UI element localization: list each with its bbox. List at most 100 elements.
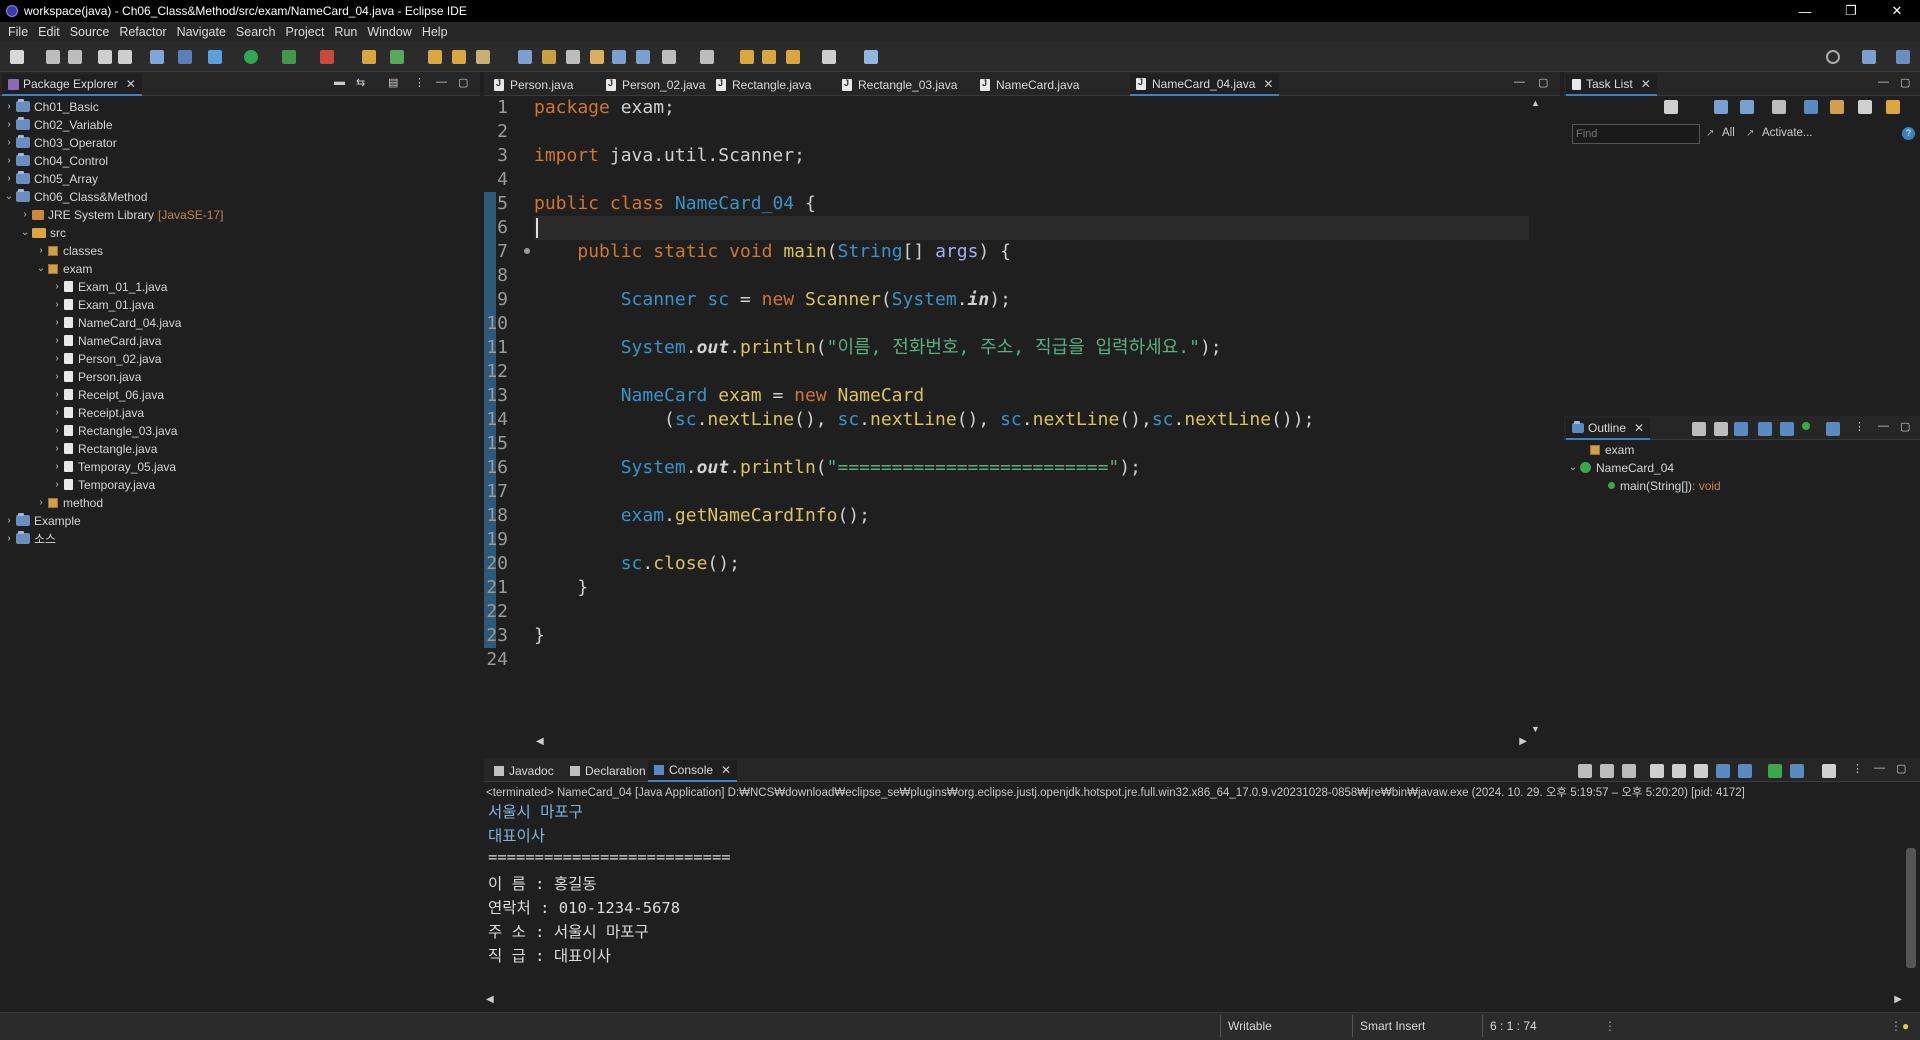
tree-item-file[interactable]: › Person_02.java	[52, 350, 161, 367]
menu-file[interactable]: File	[8, 25, 28, 39]
close-icon[interactable]: ✕	[126, 77, 136, 91]
hide-static-icon[interactable]	[1758, 422, 1772, 436]
chevron-right-icon[interactable]: ›	[52, 425, 62, 436]
paragraph-icon[interactable]	[636, 50, 650, 64]
tree-item-project[interactable]: › Ch05_Array	[4, 170, 98, 187]
view-menu-icon[interactable]: ⋮	[1854, 420, 1865, 433]
code-line[interactable]: Scanner sc = new Scanner(System.in);	[534, 288, 1011, 312]
chevron-right-icon[interactable]: ›	[52, 407, 62, 418]
menu-edit[interactable]: Edit	[38, 25, 60, 39]
sync-icon[interactable]	[1830, 100, 1844, 114]
chevron-right-icon[interactable]: ›	[4, 533, 14, 544]
save-icon[interactable]	[46, 50, 60, 64]
save-all-icon[interactable]	[68, 50, 82, 64]
editor-tab[interactable]: Rectangle_03.java	[836, 74, 963, 96]
tree-item-file[interactable]: › Temporay.java	[52, 476, 155, 493]
tree-item-file[interactable]: › Temporay_05.java	[52, 458, 176, 475]
code-editor[interactable]: 1 2 3 4 5 6 7 8 9 10 11 12 13 14 15 16 17 18 19 20 21 22 23 24 …	[484, 96, 1529, 736]
open-perspective-icon[interactable]	[1862, 50, 1876, 64]
status-insert-mode[interactable]: Smart Insert	[1360, 1019, 1425, 1033]
chevron-right-icon[interactable]: ›	[52, 443, 62, 454]
code-line[interactable]: (sc.nextLine(), sc.nextLine(), sc.nextLi…	[534, 408, 1314, 432]
filter-icon[interactable]: ▤	[388, 76, 398, 89]
code-line[interactable]: sc.close();	[534, 552, 740, 576]
tree-item-file[interactable]: › NameCard.java	[52, 332, 161, 349]
open-resource-icon[interactable]	[452, 50, 466, 64]
chevron-right-icon[interactable]: ›	[52, 479, 62, 490]
forward-icon[interactable]	[822, 50, 836, 64]
tree-item-package[interactable]: ⌄ exam	[36, 260, 93, 277]
tree-item-project[interactable]: › Ch01_Basic	[4, 98, 99, 115]
tree-item-project[interactable]: › Example	[4, 512, 81, 529]
toggle-mark-icon[interactable]	[518, 50, 532, 64]
hide-completed-icon[interactable]	[1804, 100, 1818, 114]
menu-search[interactable]: Search	[236, 25, 276, 39]
code-line[interactable]: System.out.println("====================…	[534, 456, 1141, 480]
external-tools-icon[interactable]	[320, 50, 334, 64]
console-horizontal-scrollbar[interactable]: ◀ ▶	[484, 994, 1904, 1008]
remove-all-icon[interactable]	[1622, 764, 1636, 778]
focus-icon[interactable]	[1772, 100, 1786, 114]
new-task-icon[interactable]	[1664, 100, 1678, 114]
chevron-right-icon[interactable]: ›	[52, 281, 62, 292]
console-output[interactable]: 서울시 마포구 대표이사 ========================== 이 름…	[484, 798, 1894, 992]
maximize-view-icon[interactable]: ▢	[458, 76, 468, 89]
minimize-view-icon[interactable]: —	[436, 76, 447, 88]
menu-run[interactable]: Run	[334, 25, 357, 39]
editor-tab[interactable]: NameCard_04.java ✕	[1130, 74, 1280, 96]
tree-item-file[interactable]: › Person.java	[52, 368, 141, 385]
scroll-thumb[interactable]	[1906, 848, 1916, 968]
chevron-right-icon[interactable]: ›	[52, 299, 62, 310]
link-editor-icon[interactable]: ⇆	[356, 76, 365, 89]
show-stderr-icon[interactable]	[1738, 764, 1752, 778]
bottom-tab[interactable]: Declaration	[564, 760, 652, 782]
all-filter-link[interactable]: All	[1722, 127, 1735, 139]
close-icon[interactable]: ✕	[1634, 421, 1644, 435]
chevron-right-icon[interactable]: ›	[52, 335, 62, 346]
minimize-button[interactable]: —	[1782, 0, 1828, 22]
debug-icon[interactable]	[208, 50, 222, 64]
hide-nonpublic-icon[interactable]	[1780, 422, 1794, 436]
tree-item-package[interactable]: › classes	[36, 242, 103, 259]
open-console-icon[interactable]	[1822, 764, 1836, 778]
chevron-right-icon[interactable]: ›	[4, 173, 14, 184]
minimize-view-icon[interactable]: —	[1878, 76, 1889, 88]
code-line[interactable]: public static void main(String[] args) {	[534, 240, 1011, 264]
editor-tab[interactable]: Person_02.java	[600, 74, 711, 96]
menu-refactor[interactable]: Refactor	[119, 25, 166, 39]
collapse-icon[interactable]	[1858, 100, 1872, 114]
editor-tab[interactable]: Rectangle.java	[710, 74, 817, 96]
chevron-right-icon[interactable]: ›	[4, 119, 14, 130]
chevron-right-icon[interactable]: ›	[52, 371, 62, 382]
nav-back-icon[interactable]	[786, 50, 800, 64]
hide-fields-icon[interactable]	[1734, 422, 1748, 436]
status-cursor-position[interactable]: 6 : 1 : 74	[1490, 1019, 1537, 1033]
next-annotation-icon[interactable]	[662, 50, 676, 64]
open-type-icon[interactable]	[428, 50, 442, 64]
coverage-icon[interactable]	[282, 50, 296, 64]
menu-project[interactable]: Project	[286, 25, 325, 39]
link-with-editor-icon[interactable]	[1826, 422, 1840, 436]
code-line[interactable]: package exam;	[534, 96, 675, 120]
word-wrap-console-icon[interactable]	[1694, 764, 1708, 778]
console-vertical-scrollbar[interactable]	[1904, 798, 1918, 992]
code-line[interactable]: }	[534, 624, 545, 648]
link-icon[interactable]	[1886, 100, 1900, 114]
chevron-right-icon[interactable]: ›	[4, 515, 14, 526]
code-line[interactable]: System.out.println("이름, 전화번호, 주소, 직급을 입력…	[534, 336, 1222, 360]
editor-horizontal-scrollbar[interactable]: ◀ ▶	[534, 736, 1529, 750]
terminate-icon[interactable]	[1578, 764, 1592, 778]
close-icon[interactable]: ✕	[1641, 77, 1651, 91]
word-wrap-icon[interactable]	[590, 50, 604, 64]
scroll-left-icon[interactable]: ◀	[536, 736, 544, 747]
view-menu-icon[interactable]: ⋮	[1852, 762, 1863, 775]
bottom-tab[interactable]: Console ✕	[648, 760, 738, 782]
chevron-right-icon[interactable]: ›	[52, 353, 62, 364]
view-menu-icon[interactable]: ⋮	[414, 76, 425, 89]
scroll-lock-icon[interactable]	[1672, 764, 1686, 778]
maximize-view-icon[interactable]: ▢	[1900, 76, 1910, 89]
status-menu-icon[interactable]: ⋮	[1604, 1019, 1616, 1033]
chevron-right-icon[interactable]: ›	[52, 389, 62, 400]
tab-task-list[interactable]: Task List ✕	[1566, 74, 1657, 96]
new-java-project-icon[interactable]	[362, 50, 376, 64]
